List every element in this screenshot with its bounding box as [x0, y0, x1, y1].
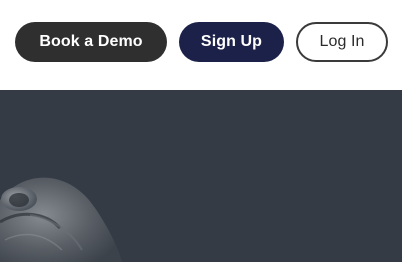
top-nav: Book a Demo Sign Up Log In: [0, 0, 402, 90]
book-demo-button[interactable]: Book a Demo: [15, 22, 167, 62]
log-in-button[interactable]: Log In: [296, 22, 388, 62]
hero-section: [0, 90, 402, 262]
sign-up-button[interactable]: Sign Up: [179, 22, 284, 62]
hero-image: [0, 177, 122, 262]
page: Book a Demo Sign Up Log In: [0, 0, 402, 262]
